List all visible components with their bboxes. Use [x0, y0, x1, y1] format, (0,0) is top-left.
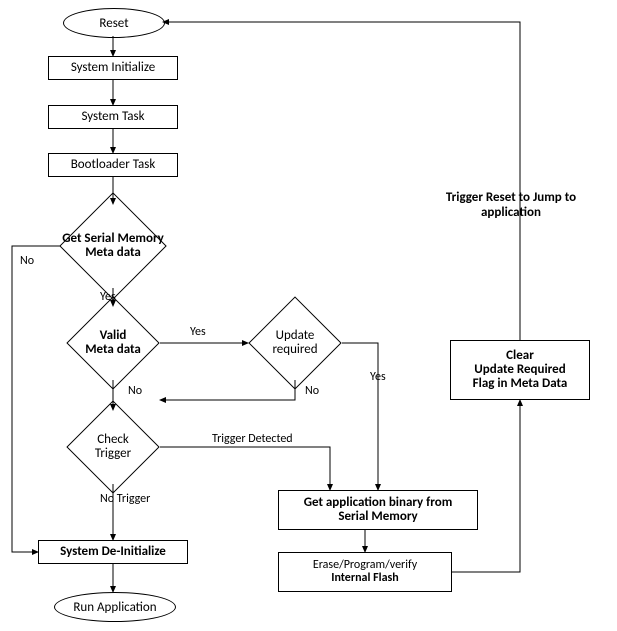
edge-yes-validmeta: Yes: [190, 325, 206, 339]
update-required-decision: Update required: [262, 310, 328, 376]
reset-label: Reset: [99, 16, 128, 31]
reset-node: Reset: [63, 8, 165, 38]
edge-yes-updatereq: Yes: [370, 370, 386, 384]
check-trigger-decision: Check Trigger: [80, 414, 146, 480]
get-app-binary-label: Get application binary from Serial Memor…: [304, 496, 453, 525]
get-app-binary-node: Get application binary from Serial Memor…: [278, 490, 478, 530]
run-application-node: Run Application: [54, 592, 176, 622]
get-meta-label: Get Serial Memory Meta data: [60, 208, 166, 284]
update-required-label: Update required: [249, 310, 341, 376]
system-deinitialize-label: System De-Initialize: [60, 545, 166, 559]
bootloader-task-node: Bootloader Task: [48, 153, 178, 177]
trigger-reset-label: Trigger Reset to Jump to application: [426, 190, 596, 220]
system-initialize-label: System Initialize: [71, 61, 155, 75]
edge-no-validmeta: No: [128, 384, 142, 398]
edge-yes-getmeta: Yes: [100, 290, 116, 304]
flash-op-label: Erase/Program/verifyInternal Flash: [313, 559, 417, 585]
edge-no-trigger: No Trigger: [100, 492, 150, 506]
system-initialize-node: System Initialize: [48, 56, 178, 80]
edge-no-getmeta: No: [20, 254, 34, 268]
system-task-node: System Task: [48, 105, 178, 129]
clear-flag-node: Clear Update Required Flag in Meta Data: [450, 340, 590, 400]
edge-trigger-detected: Trigger Detected: [212, 432, 293, 446]
check-trigger-label: Check Trigger: [67, 414, 159, 480]
valid-meta-decision: Valid Meta data: [80, 310, 146, 376]
system-deinitialize-node: System De-Initialize: [38, 540, 188, 564]
run-application-label: Run Application: [73, 600, 156, 615]
flash-op-node: Erase/Program/verifyInternal Flash: [278, 552, 452, 592]
get-meta-decision: Get Serial Memory Meta data: [75, 208, 151, 284]
clear-flag-label: Clear Update Required Flag in Meta Data: [473, 349, 568, 392]
valid-meta-label: Valid Meta data: [67, 310, 159, 376]
bootloader-task-label: Bootloader Task: [71, 158, 156, 172]
system-task-label: System Task: [81, 110, 144, 124]
edge-no-updatereq: No: [305, 384, 319, 398]
